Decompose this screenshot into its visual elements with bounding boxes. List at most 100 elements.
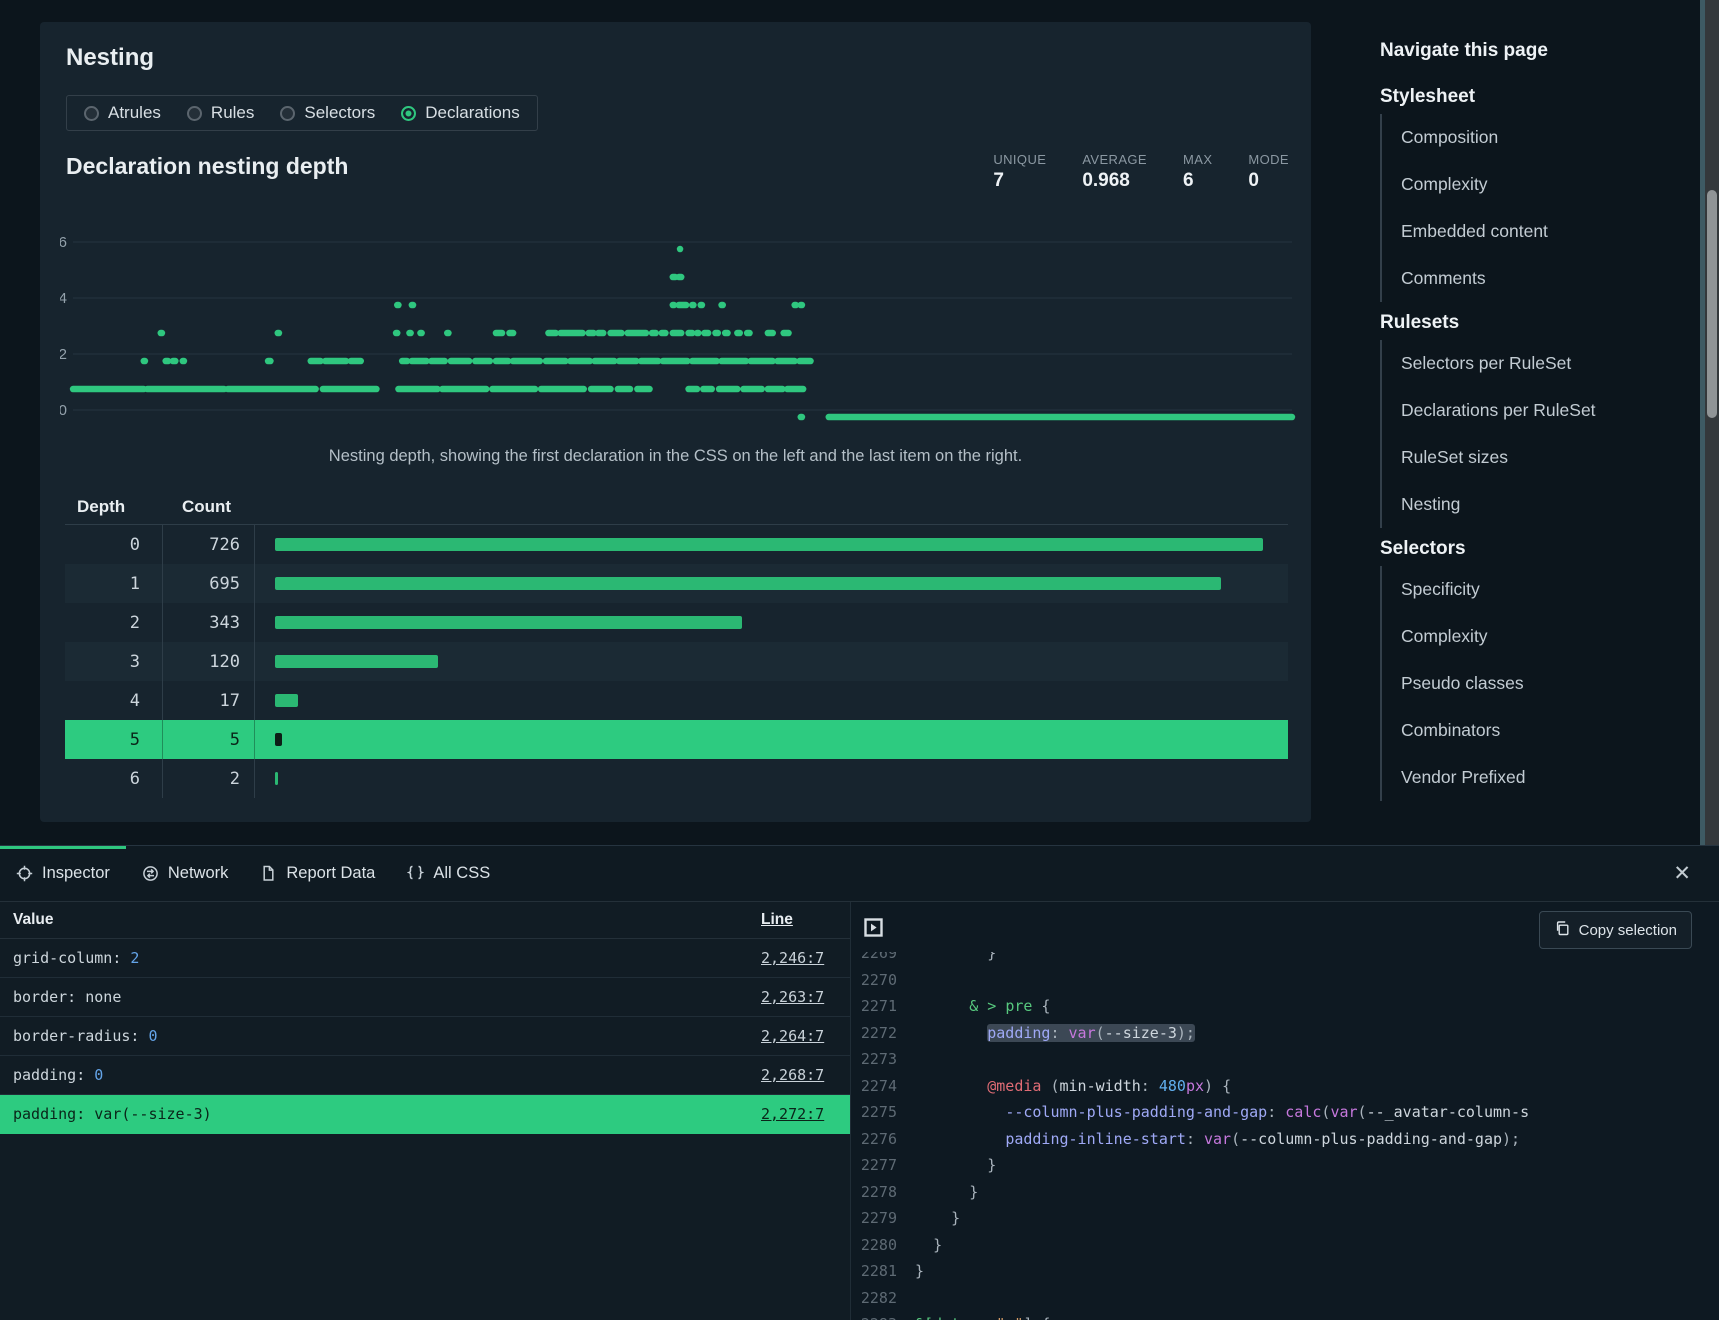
scatter-point-depth-3 (607, 330, 625, 337)
tab-all-css[interactable]: All CSS (391, 846, 506, 901)
chart-caption: Nesting depth, showing the first declara… (40, 447, 1311, 466)
scatter-point-depth-1 (634, 386, 653, 393)
value-table-row[interactable]: border-radius: 02,264:7 (0, 1017, 850, 1056)
close-panel-icon[interactable]: ✕ (1665, 846, 1699, 901)
tab-inspector[interactable]: Inspector (0, 846, 126, 901)
sidebar-item-declarations-per-ruleset[interactable]: Declarations per RuleSet (1401, 387, 1692, 434)
count-cell: 2 (163, 759, 255, 798)
value-table-pane: Value Line grid-column: 22,246:7border: … (0, 902, 850, 1320)
count-bar (275, 616, 742, 629)
depth-table-row[interactable]: 0726 (65, 525, 1288, 564)
scatter-point-depth-2 (141, 358, 149, 365)
scatter-point-depth-3 (585, 330, 596, 337)
radio-atrules[interactable]: Atrules (84, 103, 161, 123)
selected-declaration: padding: var(--size-3); (987, 1024, 1195, 1042)
code-line-number: 2280 (851, 1232, 897, 1259)
code-line-content: &[data-…="…"] { (915, 1311, 1050, 1320)
code-line: 2270 (851, 967, 1719, 994)
count-bar-cell (255, 733, 1288, 746)
count-bar-cell (255, 694, 1288, 707)
declaration-property: grid-column: (13, 949, 130, 967)
sidebar-item-nesting[interactable]: Nesting (1401, 481, 1692, 528)
sidebar-item-complexity[interactable]: Complexity (1401, 613, 1692, 660)
code-line: 2278 } (851, 1179, 1719, 1206)
copy-selection-button[interactable]: Copy selection (1539, 911, 1692, 949)
depth-table-row[interactable]: 1695 (65, 564, 1288, 603)
depth-table-row[interactable]: 417 (65, 681, 1288, 720)
sidebar-item-vendor-prefixed[interactable]: Vendor Prefixed (1401, 754, 1692, 801)
radio-rules[interactable]: Rules (187, 103, 254, 123)
code-line: 2277 } (851, 1152, 1719, 1179)
value-table-row[interactable]: grid-column: 22,246:7 (0, 939, 850, 978)
scatter-point-depth-3 (158, 330, 166, 337)
scatter-point-depth-3 (712, 330, 721, 337)
scatter-point-depth-2 (660, 358, 691, 365)
line-link[interactable]: 2,272:7 (728, 1105, 850, 1123)
line-link[interactable]: 2,263:7 (728, 988, 850, 1006)
tab-report-data[interactable]: Report Data (244, 846, 391, 901)
line-link[interactable]: 2,246:7 (728, 949, 850, 967)
code-line-number: 2270 (851, 967, 897, 994)
depth-table-row[interactable]: 55 (65, 720, 1288, 759)
scatter-point-depth-2 (472, 358, 493, 365)
scatter-point-depth-3 (670, 330, 685, 337)
line-link[interactable]: 2,264:7 (728, 1027, 850, 1045)
scrollbar-thumb[interactable] (1707, 190, 1717, 418)
value-column-header: Value (0, 911, 728, 929)
code-line-number: 2275 (851, 1099, 897, 1126)
value-table-row[interactable]: padding: 02,268:7 (0, 1056, 850, 1095)
page-scrollbar[interactable] (1705, 0, 1719, 845)
stat-value: 0 (1248, 170, 1289, 192)
sidebar-item-embedded-content[interactable]: Embedded content (1401, 208, 1692, 255)
depth-table-row[interactable]: 2343 (65, 603, 1288, 642)
sidebar-item-comments[interactable]: Comments (1401, 255, 1692, 302)
count-cell: 5 (163, 720, 255, 759)
count-bar-cell (255, 655, 1288, 668)
radio-dot (401, 106, 416, 121)
scatter-point-depth-4 (394, 302, 402, 309)
declaration-value: none (85, 988, 121, 1006)
value-table-row[interactable]: padding: var(--size-3)2,272:7 (0, 1095, 850, 1134)
radio-selectors[interactable]: Selectors (280, 103, 375, 123)
sidebar-item-ruleset-sizes[interactable]: RuleSet sizes (1401, 434, 1692, 481)
svg-text:6: 6 (60, 234, 67, 251)
tab-label: Inspector (42, 864, 110, 883)
count-bar-cell (255, 616, 1288, 629)
code-scroll-area[interactable]: 2269 }22702271 & > pre {2272 padding: va… (851, 952, 1719, 1320)
scatter-point-depth-1 (144, 386, 227, 393)
stat-value: 6 (1183, 170, 1212, 192)
depth-table-row[interactable]: 3120 (65, 642, 1288, 681)
scatter-point-depth-3 (701, 330, 711, 337)
code-line: 2269 } (851, 952, 1719, 967)
panel-toggle-icon[interactable] (864, 918, 883, 942)
tab-label: Report Data (286, 864, 375, 883)
copy-icon (1554, 920, 1570, 940)
line-column-header[interactable]: Line (728, 911, 850, 929)
radio-declarations[interactable]: Declarations (401, 103, 520, 123)
code-viewer-pane: Copy selection 2269 }22702271 & > pre {2… (850, 902, 1719, 1320)
depth-table-row[interactable]: 62 (65, 759, 1288, 798)
scatter-point-depth-1 (489, 386, 538, 393)
inspector-panel: Inspector Network Report Data All CSS ✕ Valu… (0, 845, 1719, 1320)
count-bar (275, 538, 1263, 551)
sidebar-item-composition[interactable]: Composition (1401, 114, 1692, 161)
tab-network[interactable]: Network (126, 846, 245, 901)
value-table-row[interactable]: border: none2,263:7 (0, 978, 850, 1017)
sidebar-section-selectors: Selectors (1380, 538, 1692, 560)
scatter-point-depth-3 (765, 330, 776, 337)
sidebar-item-combinators[interactable]: Combinators (1401, 707, 1692, 754)
sidebar-item-specificity[interactable]: Specificity (1401, 566, 1692, 613)
sidebar-item-pseudo-classes[interactable]: Pseudo classes (1401, 660, 1692, 707)
stat-unique: UNIQUE7 (993, 152, 1046, 192)
scatter-point-depth-3 (722, 330, 731, 337)
sidebar-item-selectors-per-ruleset[interactable]: Selectors per RuleSet (1401, 340, 1692, 387)
sidebar-item-complexity[interactable]: Complexity (1401, 161, 1692, 208)
depth-cell: 2 (65, 603, 163, 642)
radio-label: Declarations (425, 103, 520, 123)
line-link[interactable]: 2,268:7 (728, 1066, 850, 1084)
scatter-point-depth-3 (780, 330, 791, 337)
scatter-point-depth-1 (784, 386, 806, 393)
scatter-point-depth-2 (796, 358, 814, 365)
scatter-point-depth-2 (543, 358, 569, 365)
scatter-point-depth-3 (557, 330, 585, 337)
